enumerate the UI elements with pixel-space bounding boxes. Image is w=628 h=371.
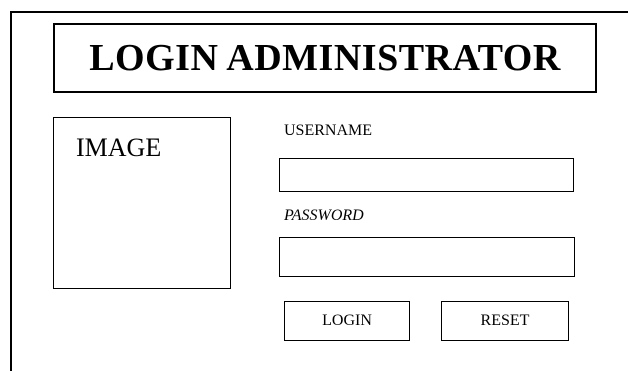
title-box: LOGIN ADMINISTRATOR: [53, 23, 597, 93]
reset-button[interactable]: RESET: [441, 301, 569, 341]
password-input[interactable]: [279, 237, 575, 277]
username-input[interactable]: [279, 158, 574, 192]
image-placeholder-label: IMAGE: [76, 133, 162, 162]
page-title: LOGIN ADMINISTRATOR: [89, 37, 561, 79]
password-label: PASSWORD: [284, 207, 364, 224]
login-button[interactable]: LOGIN: [284, 301, 410, 341]
image-placeholder: IMAGE: [53, 117, 231, 289]
username-label: USERNAME: [284, 122, 373, 139]
